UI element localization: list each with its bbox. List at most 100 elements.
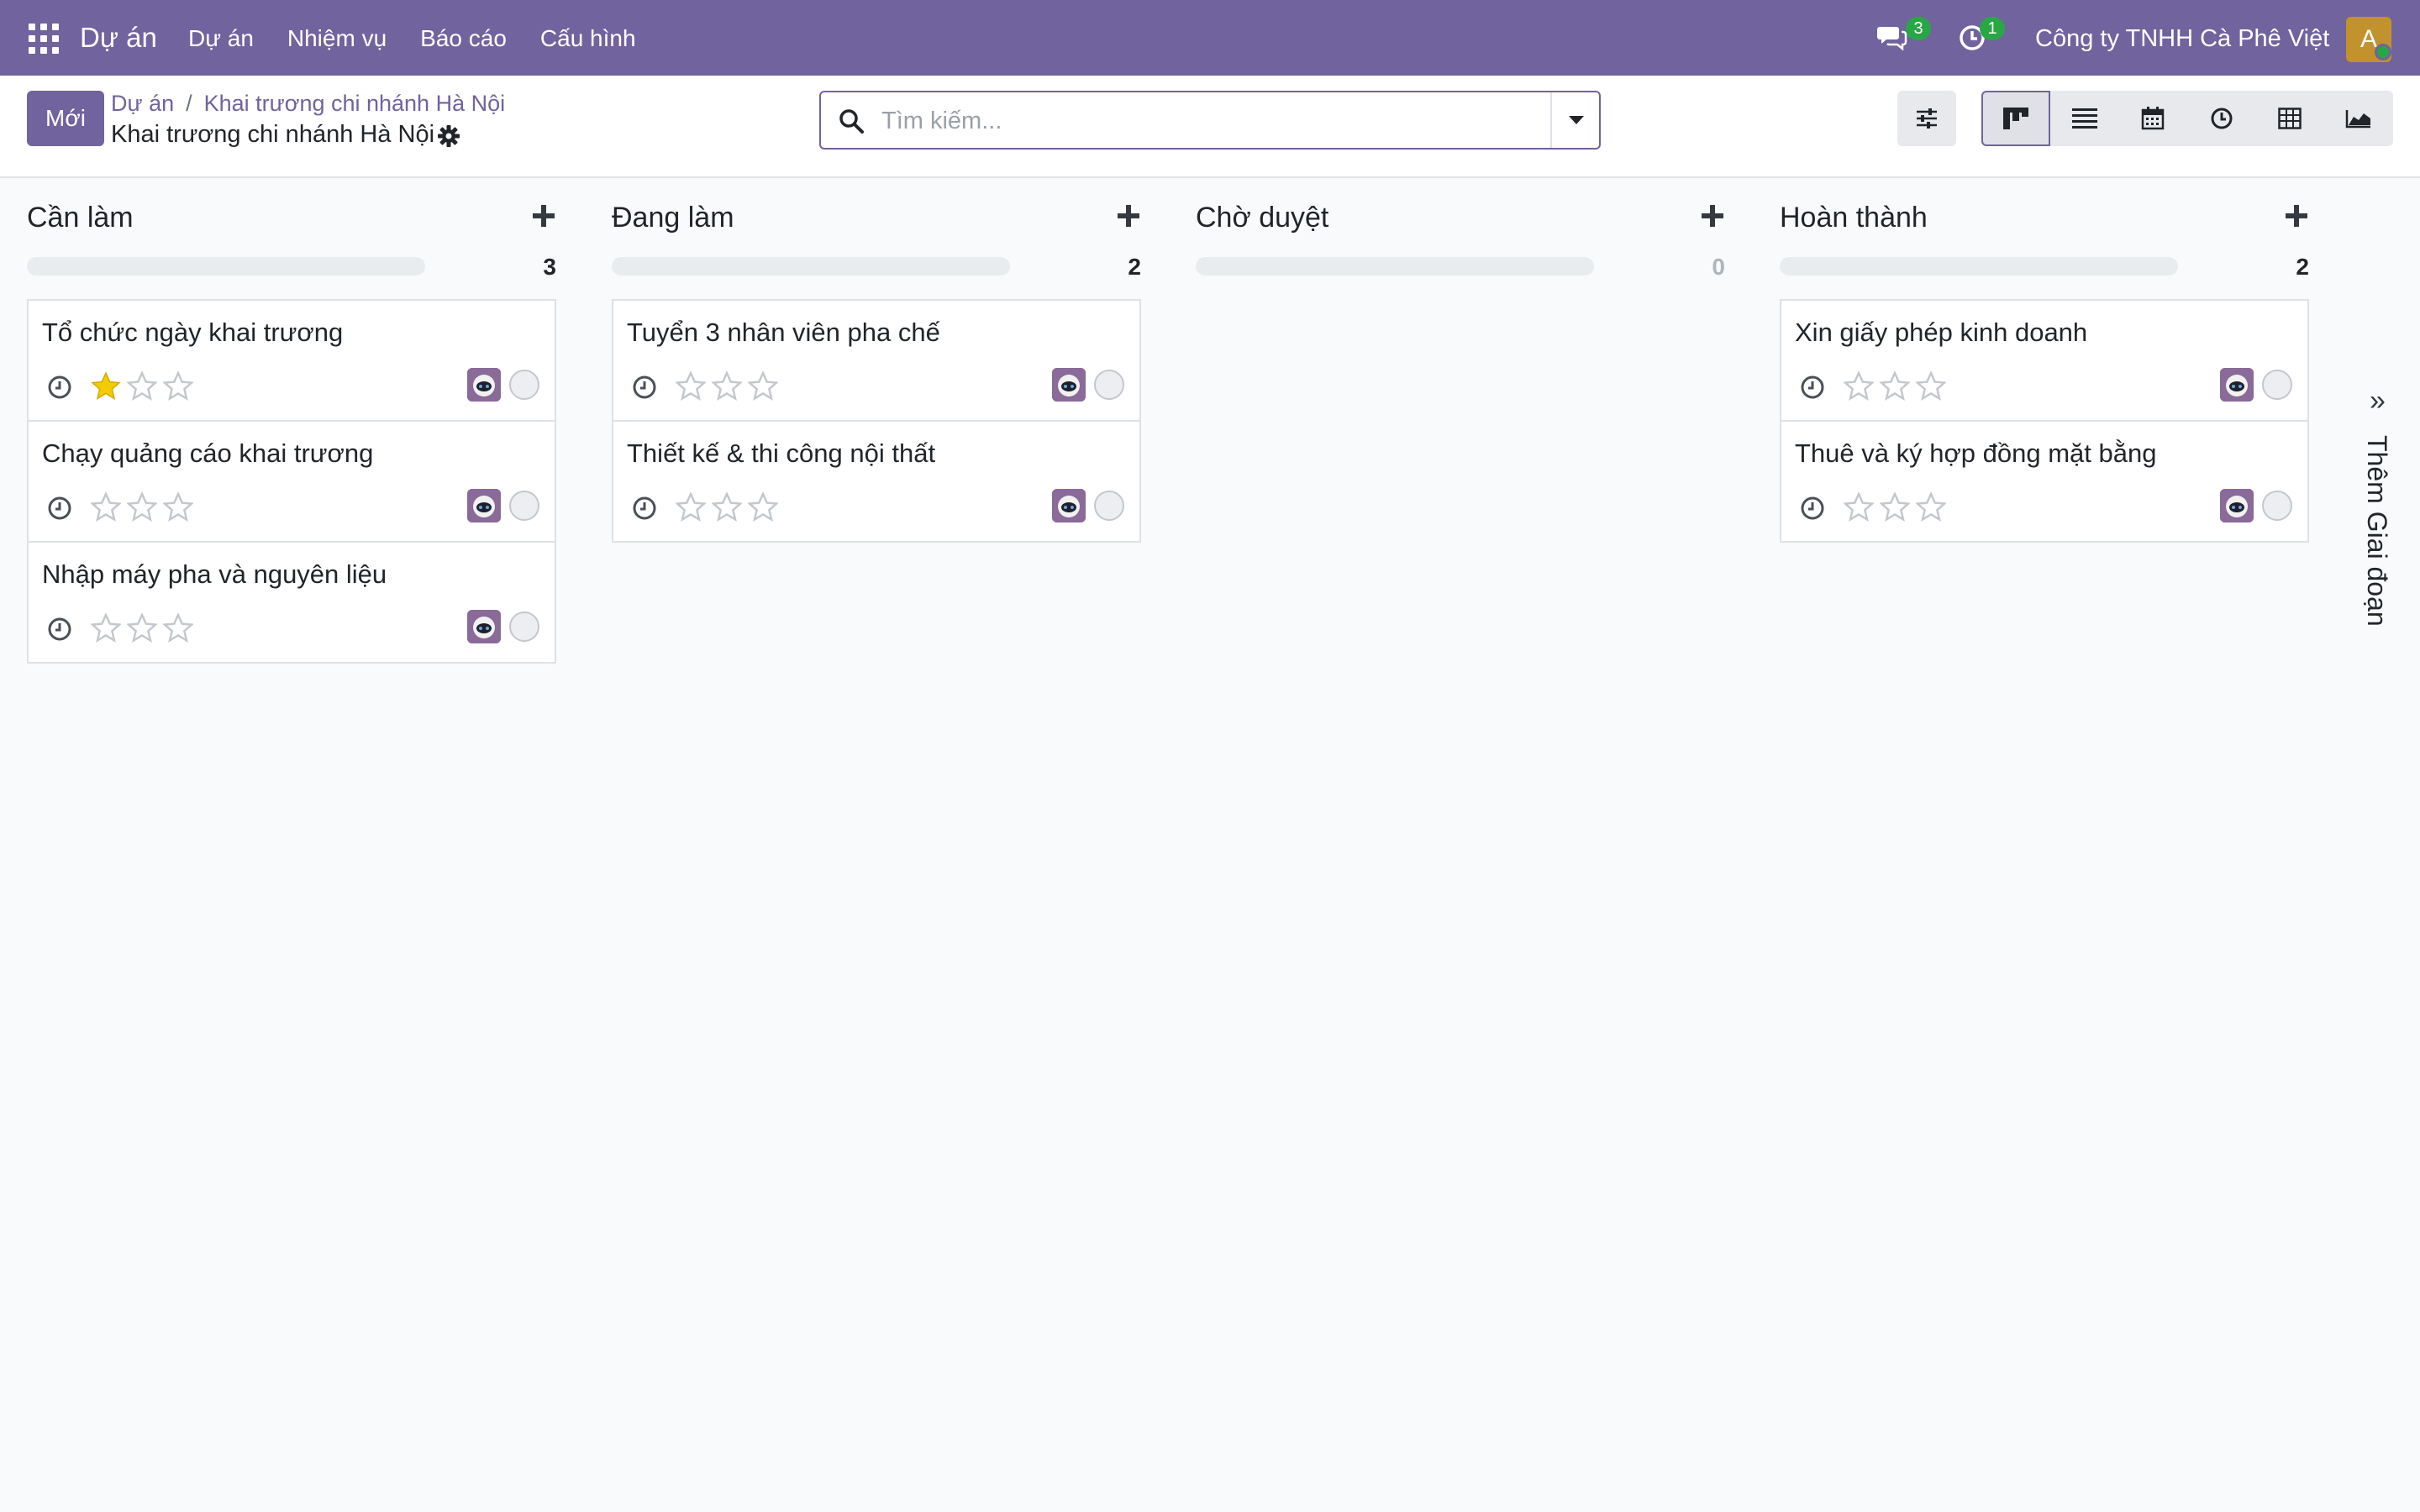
search-icon	[839, 109, 864, 134]
table-view-icon	[2278, 108, 2302, 129]
activity-clock-icon[interactable]	[632, 496, 657, 521]
kanban-state-circle[interactable]	[2262, 370, 2292, 400]
quick-add-icon[interactable]	[2284, 203, 2309, 228]
assignee-avatar[interactable]	[467, 489, 501, 522]
star-icon[interactable]	[712, 371, 742, 402]
add-stage-label: Thêm Giai đoạn	[2362, 435, 2392, 627]
robot-avatar-icon	[467, 368, 501, 402]
star-icon[interactable]	[748, 371, 778, 402]
kanban-state-circle[interactable]	[1094, 370, 1124, 400]
star-icon[interactable]	[91, 371, 121, 402]
task-title: Chạy quảng cáo khai trương	[42, 438, 374, 468]
view-pivot-button[interactable]	[2256, 91, 2325, 146]
task-card[interactable]: Tổ chức ngày khai trương	[27, 299, 556, 422]
quick-add-icon[interactable]	[531, 203, 556, 228]
star-icon[interactable]	[91, 492, 121, 522]
quick-add-icon[interactable]	[1700, 203, 1725, 228]
caret-down-icon	[1569, 116, 1584, 124]
kanban-state-circle[interactable]	[1094, 491, 1124, 521]
task-title: Tổ chức ngày khai trương	[42, 318, 344, 347]
robot-avatar-icon	[1052, 489, 1086, 522]
search-options-toggle[interactable]	[1550, 92, 1599, 148]
task-card[interactable]: Tuyển 3 nhân viên pha chế	[612, 299, 1141, 422]
star-icon[interactable]	[748, 492, 778, 522]
column-count: 0	[1712, 254, 1725, 280]
search-input[interactable]	[880, 101, 1522, 141]
kanban-state-circle[interactable]	[2262, 491, 2292, 521]
clock-view-icon	[2211, 108, 2233, 129]
robot-avatar-icon	[2220, 489, 2254, 522]
breadcrumb-projects[interactable]: Dự án	[111, 91, 174, 116]
task-card[interactable]: Nhập máy pha và nguyên liệu	[27, 541, 556, 664]
column-title[interactable]: Cần làm	[27, 202, 134, 234]
kanban-state-circle[interactable]	[509, 491, 539, 521]
column-progress-bar[interactable]	[612, 257, 1010, 276]
task-card[interactable]: Xin giấy phép kinh doanh	[1780, 299, 2309, 422]
menu-item-projects[interactable]: Dự án	[188, 25, 254, 52]
task-card[interactable]: Thuê và ký hợp đồng mặt bằng	[1780, 420, 2309, 543]
star-icon[interactable]	[676, 492, 706, 522]
gear-icon[interactable]	[437, 124, 460, 148]
assignee-avatar[interactable]	[467, 610, 501, 643]
chat-count-badge: 3	[1906, 17, 1931, 40]
activity-clock-icon[interactable]	[1800, 375, 1825, 400]
task-title: Tuyển 3 nhân viên pha chế	[627, 318, 940, 347]
task-card[interactable]: Chạy quảng cáo khai trương	[27, 420, 556, 543]
star-icon[interactable]	[1880, 492, 1910, 522]
breadcrumb-project[interactable]: Khai trương chi nhánh Hà Nội	[204, 91, 505, 116]
star-icon[interactable]	[676, 371, 706, 402]
star-icon[interactable]	[1916, 492, 1946, 522]
apps-menu-icon[interactable]	[29, 24, 59, 54]
kanban-state-circle[interactable]	[509, 370, 539, 400]
column-title[interactable]: Chờ duyệt	[1196, 202, 1328, 234]
star-icon[interactable]	[91, 613, 121, 643]
chat-icon[interactable]	[1877, 24, 1907, 50]
assignee-avatar[interactable]	[2220, 489, 2254, 522]
star-icon[interactable]	[712, 492, 742, 522]
menu-item-reports[interactable]: Báo cáo	[420, 25, 507, 52]
assignee-avatar[interactable]	[1052, 368, 1086, 402]
app-brand[interactable]: Dự án	[80, 22, 157, 54]
star-icon[interactable]	[163, 371, 193, 402]
view-activity-button[interactable]	[2187, 91, 2256, 146]
activity-clock-icon[interactable]	[632, 375, 657, 400]
star-icon[interactable]	[1844, 371, 1874, 402]
filter-settings-button[interactable]	[1897, 91, 1956, 146]
star-icon[interactable]	[127, 371, 157, 402]
activity-clock-icon[interactable]	[47, 375, 72, 400]
task-card[interactable]: Thiết kế & thi công nội thất	[612, 420, 1141, 543]
activity-clock-icon[interactable]	[47, 617, 72, 642]
view-kanban-button[interactable]	[1981, 91, 2050, 146]
search-bar	[819, 91, 1601, 150]
star-icon[interactable]	[127, 492, 157, 522]
column-progress-bar[interactable]	[27, 257, 425, 276]
kanban-state-circle[interactable]	[509, 612, 539, 642]
star-icon[interactable]	[1880, 371, 1910, 402]
star-icon[interactable]	[1916, 371, 1946, 402]
activity-clock-icon[interactable]	[1800, 496, 1825, 521]
star-icon[interactable]	[1844, 492, 1874, 522]
menu-item-config[interactable]: Cấu hình	[540, 25, 636, 52]
view-graph-button[interactable]	[2324, 91, 2393, 146]
assignee-avatar[interactable]	[1052, 489, 1086, 522]
kanban-board: Cần làm 3 Tổ chức ngày khai trương Chạy …	[0, 178, 2420, 1512]
new-button[interactable]: Mới	[27, 91, 104, 146]
view-list-button[interactable]	[2050, 91, 2119, 146]
column-progress-bar[interactable]	[1196, 257, 1594, 276]
assignee-avatar[interactable]	[467, 368, 501, 402]
menu-item-tasks[interactable]: Nhiệm vụ	[287, 25, 387, 52]
add-stage-button[interactable]: » Thêm Giai đoạn	[2358, 376, 2408, 712]
quick-add-icon[interactable]	[1116, 203, 1141, 228]
column-title[interactable]: Hoàn thành	[1780, 202, 1928, 234]
view-calendar-button[interactable]	[2118, 91, 2187, 146]
column-title[interactable]: Đang làm	[612, 202, 734, 234]
column-progress-bar[interactable]	[1780, 257, 2178, 276]
activity-clock-icon[interactable]	[47, 496, 72, 521]
column-count: 2	[1128, 254, 1141, 280]
star-icon[interactable]	[163, 613, 193, 643]
star-icon[interactable]	[127, 613, 157, 643]
list-view-icon	[2071, 108, 2097, 129]
assignee-avatar[interactable]	[2220, 368, 2254, 402]
company-switcher[interactable]: Công ty TNHH Cà Phê Việt	[2035, 25, 2329, 53]
star-icon[interactable]	[163, 492, 193, 522]
